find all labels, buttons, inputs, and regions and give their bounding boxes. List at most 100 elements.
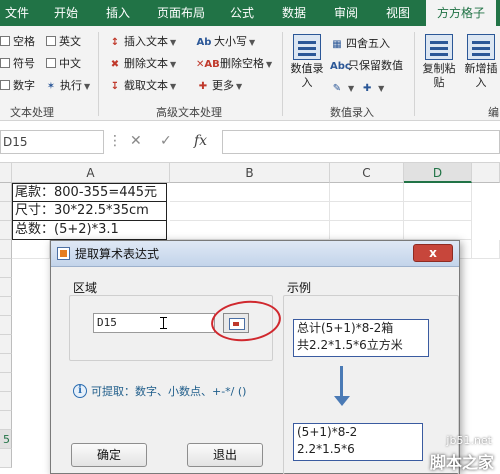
column-header-b[interactable]: B: [170, 163, 330, 183]
checkbox-chinese[interactable]: 中文: [46, 56, 81, 72]
tab-data[interactable]: 数据: [274, 0, 314, 26]
name-box[interactable]: D15: [0, 130, 104, 154]
tab-review[interactable]: 审阅: [326, 0, 366, 26]
cell-b1[interactable]: [170, 183, 330, 202]
checkbox-symbol[interactable]: 符号: [0, 56, 35, 72]
example-input-line: 总计(5+1)*8-2箱: [297, 321, 394, 335]
cell-a4[interactable]: [12, 240, 50, 259]
row-header[interactable]: [0, 373, 12, 392]
copy-paste-button[interactable]: 复制粘贴: [418, 34, 460, 90]
insert-function-icon[interactable]: fx: [194, 133, 207, 149]
number-options-button[interactable]: ✎ ▼ ✚ ▼: [330, 80, 385, 96]
checkbox-label: 中文: [59, 57, 81, 70]
cell-c3[interactable]: [330, 221, 404, 240]
round-button[interactable]: ▦ 四舍五入: [330, 36, 390, 52]
delete-space-label: 删除空格: [220, 57, 264, 70]
value-entry-button[interactable]: 数值录入: [286, 34, 328, 90]
row-header[interactable]: [0, 449, 12, 468]
case-button[interactable]: Ab 大小写 ▼: [196, 34, 256, 50]
example-input-line: 共2.2*1.5*6立方米: [297, 338, 403, 352]
tab-insert[interactable]: 插入: [98, 0, 138, 26]
insert-text-button[interactable]: ↕ 插入文本 ▼: [108, 34, 176, 50]
row-header[interactable]: [0, 202, 12, 221]
checkbox-label: 数字: [13, 79, 35, 92]
row-header[interactable]: [0, 183, 12, 202]
row-header[interactable]: [0, 335, 12, 354]
checkbox-label: 符号: [13, 57, 35, 70]
chevron-down-icon: ▼: [249, 38, 256, 47]
execute-button[interactable]: ✶ 执行 ▼: [44, 78, 90, 94]
row-header[interactable]: [0, 411, 12, 430]
dialog-title: 提取算术表达式: [75, 247, 160, 261]
column-header-a[interactable]: A: [12, 163, 170, 183]
column-header-e[interactable]: [472, 163, 500, 183]
checkbox-number[interactable]: 数字: [0, 78, 35, 94]
cell-b2[interactable]: [170, 202, 330, 221]
name-box-dropdown-icon[interactable]: ⋮: [108, 133, 122, 149]
cell-b3[interactable]: [170, 221, 330, 240]
tab-formulas[interactable]: 公式: [222, 0, 262, 26]
group-divider: [98, 32, 99, 116]
ok-button[interactable]: 确定: [71, 443, 147, 467]
row-header-selected[interactable]: 5: [0, 430, 12, 449]
row-header[interactable]: [0, 240, 12, 259]
new-insert-button[interactable]: 新增插入: [460, 34, 500, 90]
confirm-icon[interactable]: ✓: [160, 133, 172, 149]
round-icon: ▦: [332, 39, 342, 50]
chevron-down-icon: ▼: [170, 38, 177, 47]
tab-page-layout[interactable]: 页面布局: [150, 0, 212, 26]
tab-view[interactable]: 视图: [378, 0, 418, 26]
delete-text-button[interactable]: ✖ 删除文本 ▼: [108, 56, 176, 72]
cell-c2[interactable]: [330, 202, 404, 221]
case-icon: Ab: [196, 37, 212, 48]
text-cursor-icon: [160, 317, 167, 329]
formula-input[interactable]: [222, 130, 500, 154]
row-header[interactable]: [0, 278, 12, 297]
new-insert-icon: [467, 34, 495, 60]
column-header-d[interactable]: D: [404, 163, 472, 183]
checkbox-english[interactable]: 英文: [46, 34, 81, 50]
delete-text-label: 删除文本: [124, 57, 168, 70]
insert-text-icon: ↕: [110, 37, 120, 48]
value-entry-icon: [293, 34, 321, 60]
delete-space-button[interactable]: ✕AB删除空格 ▼: [196, 56, 272, 72]
dialog-titlebar[interactable]: 提取算术表达式 x: [51, 241, 459, 267]
tab-file[interactable]: 文件: [0, 0, 34, 26]
chevron-down-icon: ▼: [84, 82, 91, 91]
cell-e4[interactable]: [472, 240, 500, 259]
range-input[interactable]: D15: [93, 313, 215, 333]
select-all-corner[interactable]: [0, 163, 12, 183]
more-label: 更多: [212, 79, 234, 92]
row-header[interactable]: [0, 259, 12, 278]
cell-a3[interactable]: 总数：(5+2)*3.1: [12, 221, 167, 240]
example-output-line: (5+1)*8-2: [297, 425, 358, 439]
cell-d2[interactable]: [404, 202, 472, 221]
row-header[interactable]: [0, 297, 12, 316]
cut-text-button[interactable]: ↧ 截取文本 ▼: [108, 78, 176, 94]
example-input-box: 总计(5+1)*8-2箱 共2.2*1.5*6立方米: [293, 319, 429, 357]
ribbon-tab-bar: 文件 开始 插入 页面布局 公式 数据 审阅 视图 方方格子: [0, 0, 500, 26]
round-label: 四舍五入: [346, 37, 390, 50]
close-button[interactable]: x: [413, 244, 453, 262]
checkbox-space[interactable]: 空格: [0, 34, 35, 50]
row-header[interactable]: [0, 392, 12, 411]
more-button[interactable]: ✚ 更多 ▼: [196, 78, 242, 94]
keep-value-button[interactable]: Abc只保留数值: [330, 58, 403, 74]
cell-d1[interactable]: [404, 183, 472, 202]
range-group-label: 区域: [73, 281, 98, 295]
row-header[interactable]: [0, 221, 12, 240]
cell-c1[interactable]: [330, 183, 404, 202]
column-header-c[interactable]: C: [330, 163, 404, 183]
tab-home[interactable]: 开始: [46, 0, 86, 26]
cell-d4[interactable]: [460, 240, 472, 259]
cell-a1[interactable]: 尾款：800-355=445元: [12, 183, 167, 202]
copy-paste-label: 复制粘贴: [422, 62, 456, 89]
cell-d3[interactable]: [404, 221, 472, 240]
row-header[interactable]: [0, 354, 12, 373]
tab-fangfanggezi[interactable]: 方方格子: [426, 0, 496, 26]
row-header[interactable]: [0, 316, 12, 335]
cell-a2[interactable]: 尺寸：30*22.5*35cm: [12, 202, 167, 221]
cancel-icon[interactable]: ✕: [130, 133, 142, 149]
exit-button[interactable]: 退出: [187, 443, 263, 467]
more-icon: ✚: [198, 81, 208, 92]
